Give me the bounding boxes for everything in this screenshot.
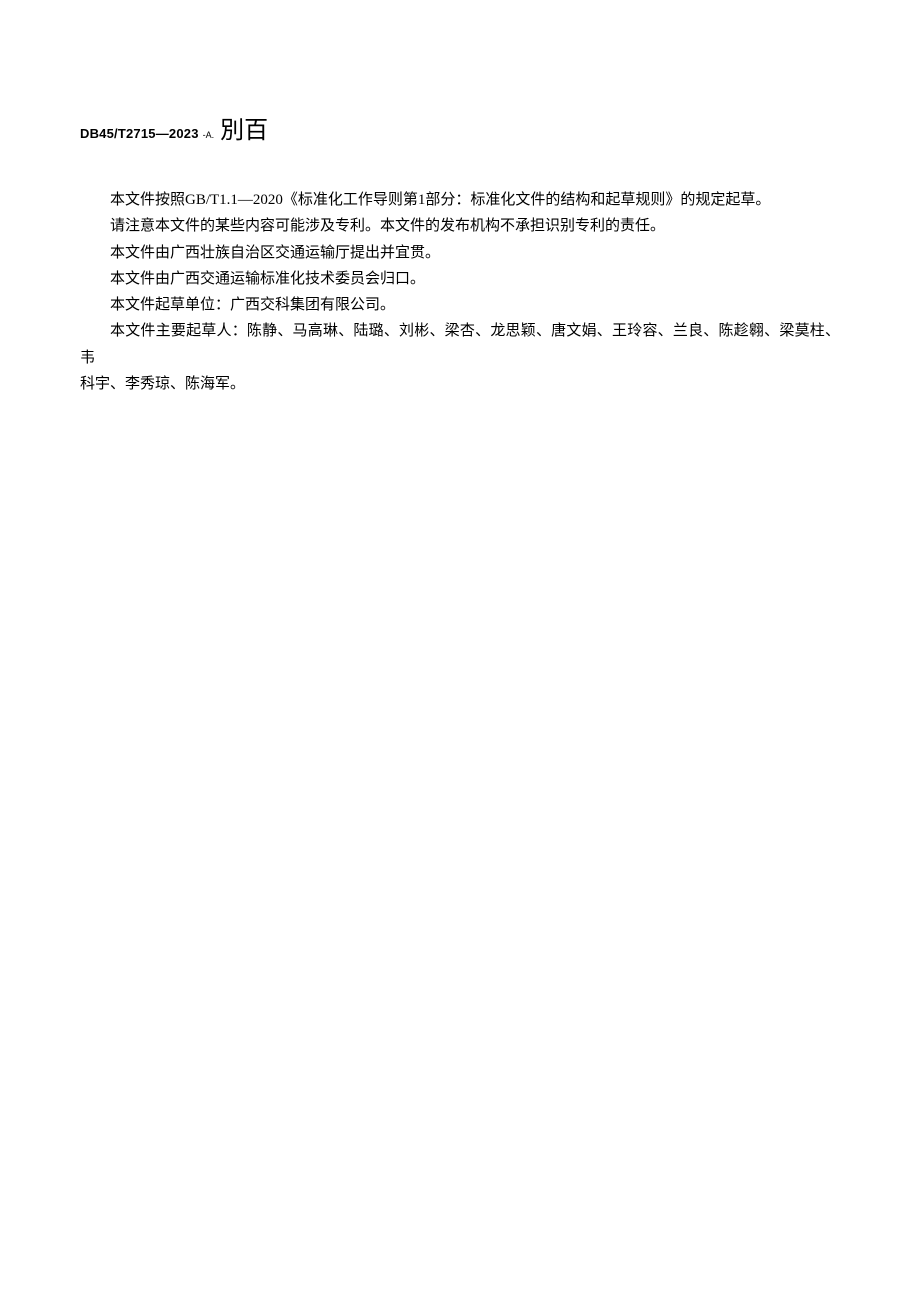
- paragraph-2: 请注意本文件的某些内容可能涉及专利。本文件的发布机构不承担识别专利的责任。: [80, 213, 840, 239]
- header-title-chars: 別百: [220, 110, 268, 145]
- document-header: DB45/T2715—2023 -A. 別百: [80, 110, 840, 145]
- paragraph-4: 本文件由广西交通运输标准化技术委员会归口。: [80, 266, 840, 292]
- standard-code-suffix: -A.: [203, 130, 215, 140]
- document-body: 本文件按照GB/T1.1—2020《标准化工作导则第1部分：标准化文件的结构和起…: [80, 187, 840, 397]
- paragraph-3: 本文件由广西壮族自治区交通运输厅提出并宜贯。: [80, 240, 840, 266]
- document-page: DB45/T2715—2023 -A. 別百 本文件按照GB/T1.1—2020…: [0, 0, 920, 1301]
- standard-code: DB45/T2715—2023: [80, 126, 199, 141]
- paragraph-6-line1: 本文件主要起草人：陈静、马高琳、陆璐、刘彬、梁杏、龙思颖、唐文娟、王玲容、兰良、…: [80, 318, 840, 371]
- paragraph-1: 本文件按照GB/T1.1—2020《标准化工作导则第1部分：标准化文件的结构和起…: [80, 187, 840, 213]
- paragraph-5: 本文件起草单位：广西交科集团有限公司。: [80, 292, 840, 318]
- paragraph-6-line2: 科宇、李秀琼、陈海军。: [80, 371, 840, 397]
